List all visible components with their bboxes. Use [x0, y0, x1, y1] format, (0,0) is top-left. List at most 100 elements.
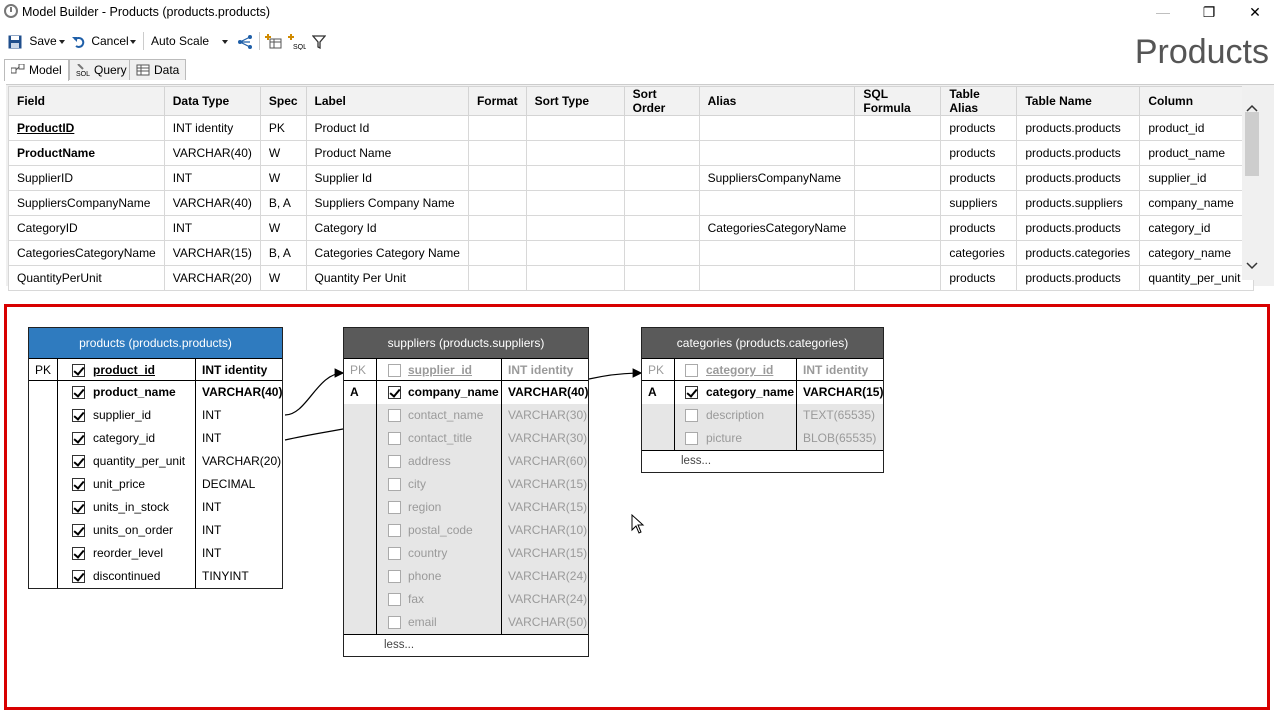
grid-cell[interactable]: products.products — [1016, 115, 1141, 141]
grid-cell[interactable]: W — [259, 265, 307, 291]
field-row[interactable]: supplier_id INT — [29, 404, 282, 427]
auto-scale-dropdown[interactable] — [222, 32, 228, 50]
field-checkbox[interactable] — [72, 547, 85, 560]
grid-column-header[interactable]: Column — [1139, 86, 1255, 116]
field-row[interactable]: quantity_per_unit VARCHAR(20) — [29, 450, 282, 473]
grid-cell[interactable] — [854, 190, 942, 216]
table-header[interactable]: suppliers (products.suppliers) — [344, 328, 588, 358]
grid-cell[interactable] — [467, 265, 527, 291]
field-checkbox[interactable] — [388, 501, 401, 514]
field-checkbox[interactable] — [72, 570, 85, 583]
field-row[interactable]: picture BLOB(65535) — [642, 427, 883, 450]
grid-column-header[interactable]: SQL Formula — [854, 86, 942, 116]
grid-cell[interactable] — [467, 165, 527, 191]
grid-cell[interactable] — [623, 265, 700, 291]
grid-cell[interactable] — [525, 240, 625, 266]
grid-cell[interactable]: products.categories — [1016, 240, 1141, 266]
grid-cell[interactable]: products — [940, 140, 1018, 166]
field-checkbox[interactable] — [72, 478, 85, 491]
grid-cell[interactable] — [623, 190, 700, 216]
grid-cell[interactable]: CategoriesCategoryName — [8, 240, 165, 266]
grid-cell[interactable]: B, A — [259, 240, 307, 266]
grid-cell[interactable]: SupplierID — [8, 165, 165, 191]
products-table[interactable]: products (products.products) PK product_id… — [28, 327, 283, 589]
grid-cell[interactable]: W — [259, 140, 307, 166]
grid-cell[interactable] — [698, 265, 856, 291]
add-table-button[interactable] — [265, 32, 283, 50]
minimize-button[interactable]: — — [1140, 0, 1186, 24]
grid-cell[interactable]: category_id — [1139, 215, 1255, 241]
grid-column-header[interactable]: Sort Type — [525, 86, 625, 116]
field-row[interactable]: reorder_level INT — [29, 542, 282, 565]
grid-cell[interactable] — [467, 240, 527, 266]
grid-column-header[interactable]: Spec — [259, 86, 307, 116]
field-row[interactable]: category_id INT — [29, 427, 282, 450]
grid-cell[interactable] — [467, 140, 527, 166]
field-row[interactable]: units_on_order INT — [29, 519, 282, 542]
table-row[interactable]: SupplierID INT W Supplier Id SuppliersCompan… — [8, 165, 1255, 191]
grid-column-header[interactable]: Table Name — [1016, 86, 1141, 116]
grid-column-header[interactable]: Table Alias — [940, 86, 1018, 116]
grid-cell[interactable]: ProductID — [8, 115, 165, 141]
table-header[interactable]: products (products.products) — [29, 328, 282, 358]
field-checkbox[interactable] — [685, 364, 698, 377]
field-checkbox[interactable] — [388, 478, 401, 491]
grid-cell[interactable]: Category Id — [305, 215, 469, 241]
cancel-button[interactable]: Cancel — [72, 32, 129, 50]
grid-cell[interactable] — [854, 140, 942, 166]
grid-cell[interactable]: products.products — [1016, 265, 1141, 291]
field-row[interactable]: email VARCHAR(50) — [344, 611, 588, 634]
field-checkbox[interactable] — [72, 501, 85, 514]
field-row[interactable]: unit_price DECIMAL — [29, 473, 282, 496]
grid-cell[interactable]: CategoryID — [8, 215, 165, 241]
field-checkbox[interactable] — [72, 386, 85, 399]
grid-cell[interactable] — [525, 140, 625, 166]
field-row[interactable]: Acategory_name VARCHAR(15) — [642, 381, 883, 404]
cancel-dropdown[interactable] — [130, 32, 136, 50]
grid-cell[interactable] — [854, 240, 942, 266]
grid-cell[interactable]: quantity_per_unit — [1139, 265, 1255, 291]
table-header[interactable]: categories (products.categories) — [642, 328, 883, 358]
field-row[interactable]: region VARCHAR(15) — [344, 496, 588, 519]
scrollbar-thumb[interactable] — [1245, 112, 1259, 176]
grid-cell[interactable]: product_name — [1139, 140, 1255, 166]
grid-cell[interactable] — [525, 265, 625, 291]
grid-cell[interactable]: Product Id — [305, 115, 469, 141]
grid-cell[interactable]: categories — [940, 240, 1018, 266]
grid-cell[interactable] — [467, 215, 527, 241]
grid-cell[interactable]: VARCHAR(40) — [163, 190, 261, 216]
grid-cell[interactable] — [525, 115, 625, 141]
field-row[interactable]: fax VARCHAR(24) — [344, 588, 588, 611]
grid-column-header[interactable]: Field — [8, 86, 165, 116]
grid-cell[interactable]: products.suppliers — [1016, 190, 1141, 216]
grid-cell[interactable] — [623, 240, 700, 266]
grid-column-header[interactable]: Sort Order — [623, 86, 700, 116]
field-checkbox[interactable] — [388, 524, 401, 537]
grid-vertical-scrollbar[interactable] — [1242, 86, 1262, 280]
less-link[interactable]: less... — [681, 451, 711, 471]
restore-button[interactable]: ❐ — [1186, 0, 1232, 24]
field-checkbox[interactable] — [388, 409, 401, 422]
grid-cell[interactable]: products.products — [1016, 140, 1141, 166]
grid-cell[interactable]: INT — [163, 165, 261, 191]
grid-cell[interactable]: SuppliersCompanyName — [698, 165, 856, 191]
grid-cell[interactable] — [525, 165, 625, 191]
grid-cell[interactable]: INT identity — [163, 115, 261, 141]
grid-cell[interactable] — [854, 165, 942, 191]
filter-button[interactable] — [312, 32, 326, 50]
grid-cell[interactable]: Categories Category Name — [305, 240, 469, 266]
save-button[interactable]: Save — [8, 32, 57, 50]
grid-cell[interactable]: CategoriesCategoryName — [698, 215, 856, 241]
field-checkbox[interactable] — [388, 570, 401, 583]
field-checkbox[interactable] — [388, 432, 401, 445]
grid-cell[interactable]: QuantityPerUnit — [8, 265, 165, 291]
grid-cell[interactable]: supplier_id — [1139, 165, 1255, 191]
grid-cell[interactable]: B, A — [259, 190, 307, 216]
field-checkbox[interactable] — [388, 616, 401, 629]
field-row[interactable]: PK supplier_id INT identity — [344, 358, 588, 381]
field-checkbox[interactable] — [685, 386, 698, 399]
suppliers-table[interactable]: suppliers (products.suppliers) PK supplier… — [343, 327, 589, 657]
table-row[interactable]: CategoryID INT W Category Id CategoriesCateg… — [8, 215, 1255, 241]
grid-cell[interactable]: VARCHAR(15) — [163, 240, 261, 266]
grid-column-header[interactable]: Format — [467, 86, 527, 116]
